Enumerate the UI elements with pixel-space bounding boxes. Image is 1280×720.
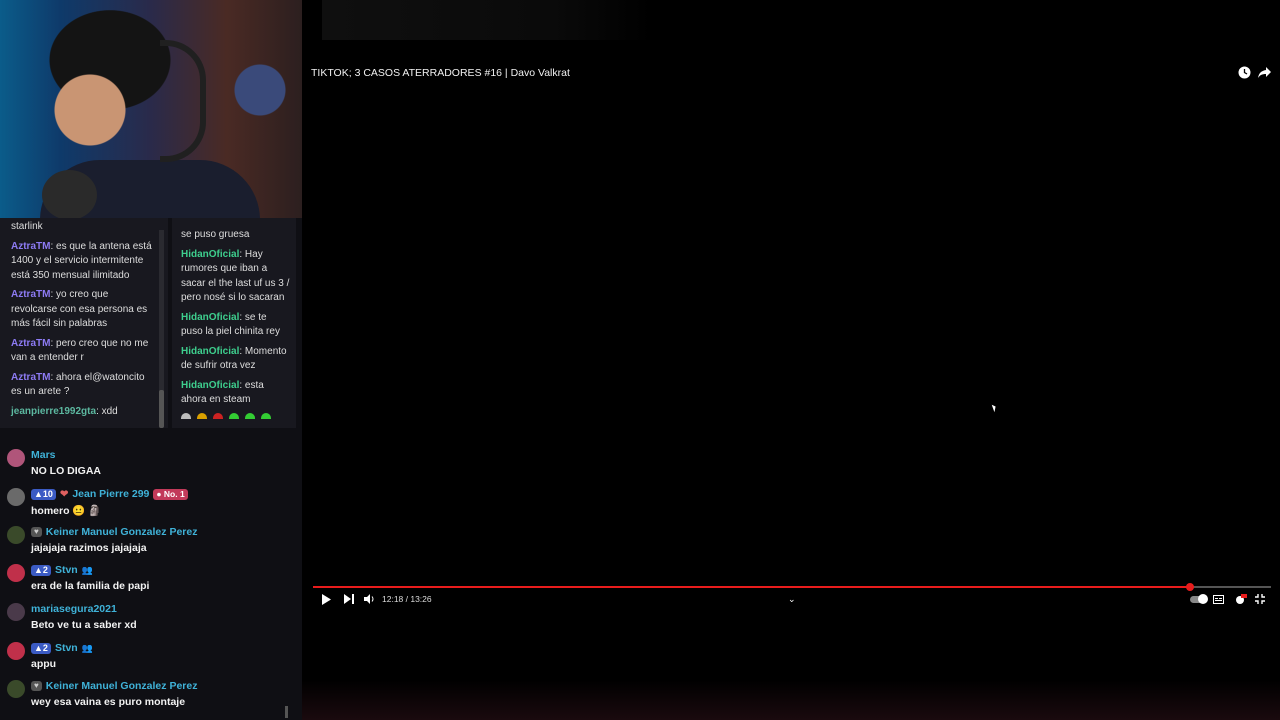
fullscreen-icon[interactable] xyxy=(1255,592,1265,606)
chat-username[interactable]: Mars xyxy=(31,449,56,461)
left-column: starlink AztraTM: es que la antena está … xyxy=(0,0,302,720)
chat-message: HidanOficial: esta ahora en steam xyxy=(181,379,264,406)
member-badge: ♥ xyxy=(31,527,42,537)
chevron-down-icon[interactable]: ⌄ xyxy=(788,592,796,606)
chat-message: AztraTM: yo creo que revolcarse con esa … xyxy=(11,289,148,329)
time-display: 12:18 / 13:26 xyxy=(382,594,432,604)
webcam-overlay xyxy=(0,0,302,218)
emote-row xyxy=(172,412,296,419)
bottom-gradient xyxy=(302,680,1280,720)
avatar[interactable] xyxy=(7,642,25,660)
chat-main-scrollbar[interactable] xyxy=(285,706,288,718)
chat-username[interactable]: AztraTM xyxy=(11,338,50,349)
avatar[interactable] xyxy=(7,449,25,467)
level-badge: ▲10 xyxy=(31,488,56,500)
emote-icon xyxy=(197,412,207,419)
emote-icon xyxy=(181,412,191,419)
chat-text: appu xyxy=(31,658,57,670)
chat-message: se puso gruesa xyxy=(181,229,250,240)
rank-badge: ● No. 1 xyxy=(153,488,188,500)
chat-username[interactable]: jeanpierre1992gta xyxy=(11,406,96,417)
chat-text: wey esa vaina es puro montaje xyxy=(31,696,186,708)
chat-username[interactable]: HidanOficial xyxy=(181,249,239,260)
progress-scrubber[interactable] xyxy=(1185,583,1194,591)
chat-message: HidanOficial: Hay rumores que iban a sac… xyxy=(181,248,290,304)
progress-played xyxy=(313,586,1190,588)
headset xyxy=(160,40,206,162)
volume-icon[interactable] xyxy=(364,592,375,606)
level-badge: ▲2 xyxy=(31,642,51,654)
avatar[interactable] xyxy=(7,488,25,506)
video-player[interactable]: TIKTOK; 3 CASOS ATERRADORES #16 | Davo V… xyxy=(302,0,1280,720)
microphone xyxy=(42,170,97,218)
chat-message: starlink xyxy=(11,221,43,232)
share-icon[interactable] xyxy=(1258,66,1272,80)
progress-bar[interactable] xyxy=(313,583,1271,591)
chat-username[interactable]: AztraTM xyxy=(11,372,50,383)
emote-icon xyxy=(213,412,223,419)
chat-panel-b: se puso gruesa HidanOficial: Hay rumores… xyxy=(172,218,296,428)
chat-username[interactable]: HidanOficial xyxy=(181,346,239,357)
chat-panel-main: Mars NO LO DIGAA ▲10 ❤ Jean Pierre 299 ●… xyxy=(0,444,302,720)
chat-username[interactable]: Jean Pierre 299 xyxy=(72,488,149,500)
chat-username[interactable]: HidanOficial xyxy=(181,312,239,323)
chat-username[interactable]: Keiner Manuel Gonzalez Perez xyxy=(46,680,198,692)
emote-icon xyxy=(245,412,255,419)
chat-message: HidanOficial: Momento de sufrir otra vez xyxy=(181,345,287,372)
chat-text: homero 😐 🗿 xyxy=(31,505,102,517)
chat-username[interactable]: mariasegura2021 xyxy=(31,603,117,615)
avatar[interactable] xyxy=(7,564,25,582)
member-badge: ♥ xyxy=(31,681,42,691)
autoplay-toggle[interactable] xyxy=(1190,592,1208,606)
settings-icon[interactable] xyxy=(1235,592,1247,606)
people-icon: 👥 xyxy=(81,564,93,575)
chat-username[interactable]: AztraTM xyxy=(11,289,50,300)
people-icon: 👥 xyxy=(81,642,93,653)
level-badge: ▲2 xyxy=(31,564,51,576)
subtitles-icon[interactable] xyxy=(1213,592,1224,606)
chat-a-scrollbar[interactable] xyxy=(159,230,164,428)
chat-message: HidanOficial: se te puso la piel chinita… xyxy=(181,311,280,338)
chat-text: Beto ve tu a saber xd xyxy=(31,619,137,631)
avatar[interactable] xyxy=(7,680,25,698)
chat-username[interactable]: AztraTM xyxy=(11,241,50,252)
chat-message: jeanpierre1992gta: xdd xyxy=(11,405,118,417)
heart-icon: ❤ xyxy=(59,488,69,500)
mouse-cursor xyxy=(991,403,998,413)
next-icon[interactable] xyxy=(344,592,354,606)
chat-message: AztraTM: ahora el@watoncito es un arete … xyxy=(11,371,145,398)
chat-text: era de la familia de papi xyxy=(31,580,150,592)
chat-text: NO LO DIGAA xyxy=(31,465,101,477)
chat-message: AztraTM: pero creo que no me van a enten… xyxy=(11,337,149,364)
chat-message: AztraTM: es que la antena está 1400 y el… xyxy=(11,240,152,281)
chat-username[interactable]: Stvn xyxy=(55,642,78,654)
avatar[interactable] xyxy=(7,526,25,544)
avatar[interactable] xyxy=(7,603,25,621)
chat-username[interactable]: HidanOficial xyxy=(181,380,239,391)
chat-panel-a: starlink AztraTM: es que la antena está … xyxy=(0,218,168,428)
emote-icon xyxy=(261,412,271,419)
chat-username[interactable]: Keiner Manuel Gonzalez Perez xyxy=(46,526,198,538)
top-gradient xyxy=(322,0,652,40)
scrollbar-thumb[interactable] xyxy=(159,390,164,428)
play-icon[interactable] xyxy=(321,592,331,606)
chat-text: jajajaja razimos jajajaja xyxy=(31,542,147,554)
video-title[interactable]: TIKTOK; 3 CASOS ATERRADORES #16 | Davo V… xyxy=(311,67,570,79)
clock-icon[interactable] xyxy=(1238,66,1252,80)
chat-username[interactable]: Stvn xyxy=(55,564,78,576)
emote-icon xyxy=(229,412,239,419)
